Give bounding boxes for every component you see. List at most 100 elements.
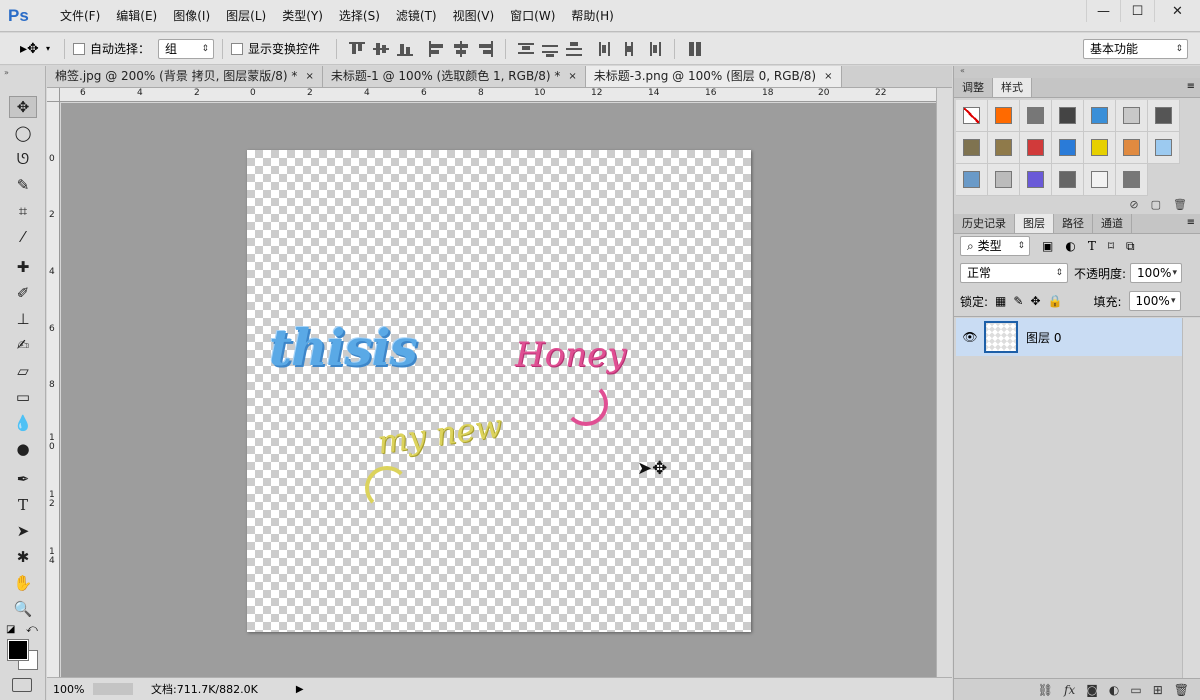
marquee-tool-icon[interactable]: ◯: [9, 122, 37, 144]
style-swatch[interactable]: [1084, 164, 1116, 196]
style-swatch[interactable]: [956, 164, 988, 196]
quick-mask-icon[interactable]: [12, 678, 32, 692]
style-swatch[interactable]: [1148, 132, 1180, 164]
filter-pixel-icon[interactable]: ▣: [1042, 239, 1053, 253]
document-canvas[interactable]: thisis Honey my new ➤✥: [247, 150, 751, 632]
default-colors-icon[interactable]: ◪: [6, 624, 15, 635]
menu-view[interactable]: 视图(V): [445, 0, 503, 32]
filter-adjustment-icon[interactable]: ◐: [1065, 239, 1075, 253]
style-swatch[interactable]: [956, 132, 988, 164]
panel-dock-header[interactable]: «: [954, 66, 1200, 78]
filter-smart-object-icon[interactable]: ⧉: [1126, 239, 1135, 254]
style-swatch[interactable]: [956, 100, 988, 132]
tab-document-2[interactable]: 未标题-1 @ 100% (选取颜色 1, RGB/8) * ×: [322, 66, 586, 87]
style-swatch[interactable]: [1020, 100, 1052, 132]
menu-window[interactable]: 窗口(W): [502, 0, 563, 32]
distribute-bottom-icon[interactable]: [564, 40, 584, 58]
menu-file[interactable]: 文件(F): [52, 0, 108, 32]
distribute-top-icon[interactable]: [516, 40, 536, 58]
crop-tool-icon[interactable]: ⌗: [9, 200, 37, 222]
quick-select-tool-icon[interactable]: ✎: [9, 174, 37, 196]
move-tool-icon[interactable]: ✥: [9, 96, 37, 118]
clone-stamp-tool-icon[interactable]: ⊥: [9, 308, 37, 330]
style-swatch[interactable]: [1020, 132, 1052, 164]
panel-menu-icon[interactable]: ≡: [1187, 217, 1195, 228]
lock-pixels-icon[interactable]: ✎: [1013, 294, 1023, 308]
vertical-ruler[interactable]: 0 2 4 6 8 1 0 1 2 1 4: [47, 102, 60, 677]
tab-adjustments[interactable]: 调整: [954, 78, 993, 97]
close-icon[interactable]: ×: [568, 66, 576, 87]
menu-type[interactable]: 类型(Y): [274, 0, 331, 32]
align-top-icon[interactable]: [347, 40, 367, 58]
clear-style-icon[interactable]: ⊘: [1129, 198, 1138, 211]
distribute-vcenter-icon[interactable]: [540, 40, 560, 58]
filter-type-icon[interactable]: T: [1088, 239, 1096, 253]
layer-name[interactable]: 图层 0: [1026, 329, 1061, 346]
tab-document-3[interactable]: 未标题-3.png @ 100% (图层 0, RGB/8) ×: [585, 66, 842, 87]
show-transform-checkbox[interactable]: [231, 42, 244, 55]
dodge-tool-icon[interactable]: ●: [9, 438, 37, 460]
distribute-left-icon[interactable]: [596, 40, 616, 58]
status-menu-arrow-icon[interactable]: ▶: [296, 684, 304, 695]
tab-document-1[interactable]: 棉签.jpg @ 200% (背景 拷贝, 图层蒙版/8) * ×: [47, 66, 323, 87]
style-swatch[interactable]: [988, 164, 1020, 196]
hand-tool-icon[interactable]: ✋: [9, 572, 37, 594]
layer-filter-dropdown[interactable]: ⌕ 类型 ⇕: [960, 236, 1030, 256]
opacity-field[interactable]: 100% ▾: [1130, 263, 1183, 283]
eraser-tool-icon[interactable]: ▱: [9, 360, 37, 382]
panel-menu-icon[interactable]: ≡: [1187, 81, 1195, 92]
style-swatch[interactable]: [1020, 164, 1052, 196]
new-style-icon[interactable]: ▢: [1151, 198, 1161, 211]
style-swatch[interactable]: [1148, 100, 1180, 132]
lock-all-icon[interactable]: 🔒: [1048, 294, 1063, 308]
style-swatch[interactable]: [1116, 100, 1148, 132]
healing-brush-tool-icon[interactable]: ✚: [9, 256, 37, 278]
menu-filter[interactable]: 滤镜(T): [388, 0, 445, 32]
canvas-workspace[interactable]: thisis Honey my new ➤✥: [61, 103, 936, 677]
style-swatch[interactable]: [1084, 132, 1116, 164]
menu-image[interactable]: 图像(I): [165, 0, 218, 32]
tab-layers[interactable]: 图层: [1015, 214, 1054, 233]
minimize-button[interactable]: —: [1086, 0, 1120, 22]
style-swatch[interactable]: [1116, 132, 1148, 164]
maximize-button[interactable]: ☐: [1120, 0, 1154, 22]
style-swatch[interactable]: [1052, 132, 1084, 164]
style-swatch[interactable]: [1116, 164, 1148, 196]
auto-select-dropdown[interactable]: 组 ⇕: [158, 38, 215, 59]
zoom-tool-icon[interactable]: 🔍: [9, 598, 37, 620]
lock-transparent-icon[interactable]: ▦: [995, 294, 1006, 308]
new-layer-icon[interactable]: ⊞: [1153, 683, 1163, 697]
auto-select-checkbox[interactable]: [73, 42, 86, 55]
style-swatch[interactable]: [988, 100, 1020, 132]
eyedropper-tool-icon[interactable]: ⁄: [9, 226, 37, 248]
align-vcenter-icon[interactable]: [371, 40, 391, 58]
horizontal-ruler[interactable]: 6 4 2 0 2 4 6 8 10 12 14 16 18 20 22: [60, 88, 936, 102]
tab-styles[interactable]: 样式: [993, 78, 1032, 97]
menu-help[interactable]: 帮助(H): [563, 0, 621, 32]
filter-shape-icon[interactable]: ⌑: [1108, 239, 1114, 253]
align-right-icon[interactable]: [475, 40, 495, 58]
style-swatch[interactable]: [1052, 100, 1084, 132]
distribute-hcenter-icon[interactable]: [620, 40, 640, 58]
menu-edit[interactable]: 编辑(E): [108, 0, 165, 32]
foreground-color-swatch[interactable]: [7, 639, 29, 661]
type-tool-icon[interactable]: T: [9, 494, 37, 516]
distribute-right-icon[interactable]: [644, 40, 664, 58]
menu-select[interactable]: 选择(S): [331, 0, 388, 32]
layers-scrollbar[interactable]: [1182, 318, 1200, 678]
delete-style-icon[interactable]: 🗑: [1173, 198, 1187, 211]
lock-position-icon[interactable]: ✥: [1030, 294, 1040, 308]
fill-field[interactable]: 100% ▾: [1128, 291, 1181, 311]
layer-row[interactable]: 👁 图层 0: [956, 318, 1182, 356]
shape-tool-icon[interactable]: ✱: [9, 546, 37, 568]
brush-tool-icon[interactable]: ✐: [9, 282, 37, 304]
vertical-scrollbar[interactable]: [936, 88, 952, 677]
style-swatch[interactable]: [988, 132, 1020, 164]
move-tool-preset-icon[interactable]: ▸✥: [20, 39, 46, 59]
align-bottom-icon[interactable]: [395, 40, 415, 58]
auto-align-layers-icon[interactable]: [685, 40, 705, 58]
blend-mode-dropdown[interactable]: 正常 ⇕: [960, 263, 1068, 283]
add-mask-icon[interactable]: ◙: [1086, 683, 1098, 697]
swap-colors-icon[interactable]: ⤺: [26, 622, 38, 636]
close-icon[interactable]: ×: [305, 66, 313, 87]
